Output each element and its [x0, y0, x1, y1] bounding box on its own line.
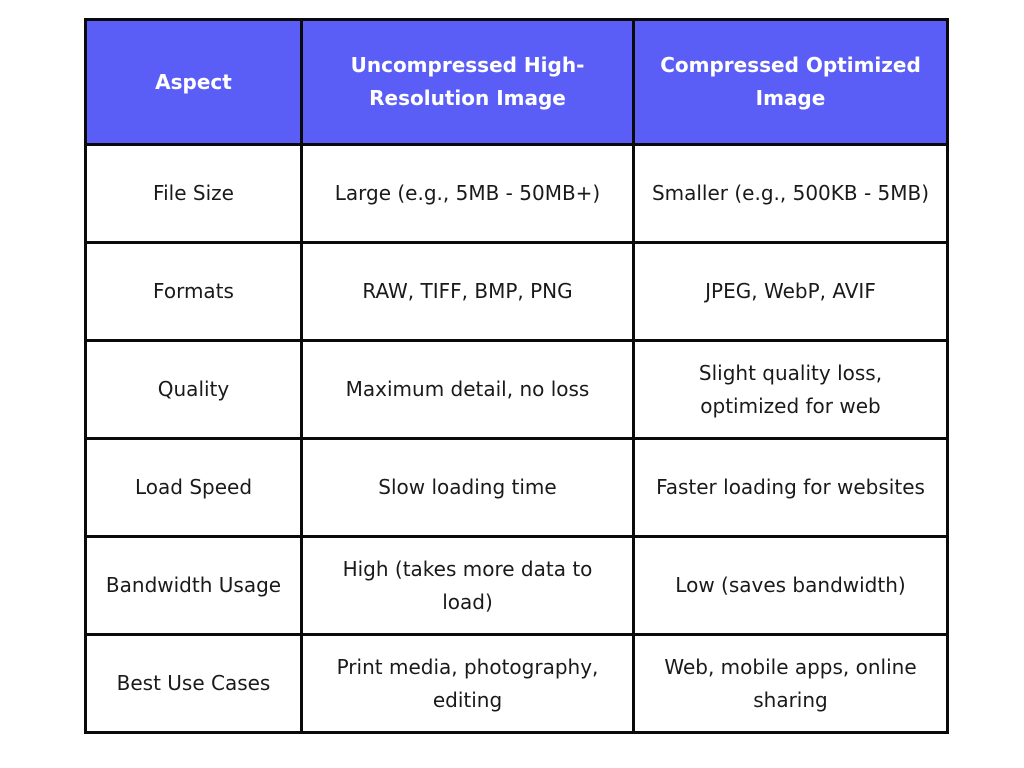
cell-compressed: Low (saves bandwidth)	[632, 535, 949, 636]
cell-compressed: Slight quality loss, optimized for web	[632, 339, 949, 440]
cell-compressed: Faster loading for websites	[632, 437, 949, 538]
header-row: Aspect Uncompressed High-Resolution Imag…	[84, 18, 949, 146]
cell-uncompressed: Large (e.g., 5MB - 50MB+)	[300, 143, 635, 244]
cell-aspect: Load Speed	[84, 437, 303, 538]
table-row-bandwidth-usage: Bandwidth Usage High (takes more data to…	[84, 535, 949, 636]
cell-compressed: Web, mobile apps, online sharing	[632, 633, 949, 734]
table-row-load-speed: Load Speed Slow loading time Faster load…	[84, 437, 949, 538]
cell-uncompressed: Maximum detail, no loss	[300, 339, 635, 440]
table-row-quality: Quality Maximum detail, no loss Slight q…	[84, 339, 949, 440]
cell-uncompressed: Print media, photography, editing	[300, 633, 635, 734]
header-uncompressed: Uncompressed High-Resolution Image	[300, 18, 635, 146]
table-row-file-size: File Size Large (e.g., 5MB - 50MB+) Smal…	[84, 143, 949, 244]
cell-aspect: Best Use Cases	[84, 633, 303, 734]
header-compressed: Compressed Optimized Image	[632, 18, 949, 146]
cell-aspect: File Size	[84, 143, 303, 244]
comparison-table: Aspect Uncompressed High-Resolution Imag…	[84, 18, 949, 734]
cell-compressed: JPEG, WebP, AVIF	[632, 241, 949, 342]
header-aspect: Aspect	[84, 18, 303, 146]
cell-uncompressed: Slow loading time	[300, 437, 635, 538]
cell-uncompressed: High (takes more data to load)	[300, 535, 635, 636]
cell-aspect: Bandwidth Usage	[84, 535, 303, 636]
cell-compressed: Smaller (e.g., 500KB - 5MB)	[632, 143, 949, 244]
table-row-formats: Formats RAW, TIFF, BMP, PNG JPEG, WebP, …	[84, 241, 949, 342]
cell-aspect: Formats	[84, 241, 303, 342]
table-row-best-use-cases: Best Use Cases Print media, photography,…	[84, 633, 949, 734]
cell-aspect: Quality	[84, 339, 303, 440]
cell-uncompressed: RAW, TIFF, BMP, PNG	[300, 241, 635, 342]
